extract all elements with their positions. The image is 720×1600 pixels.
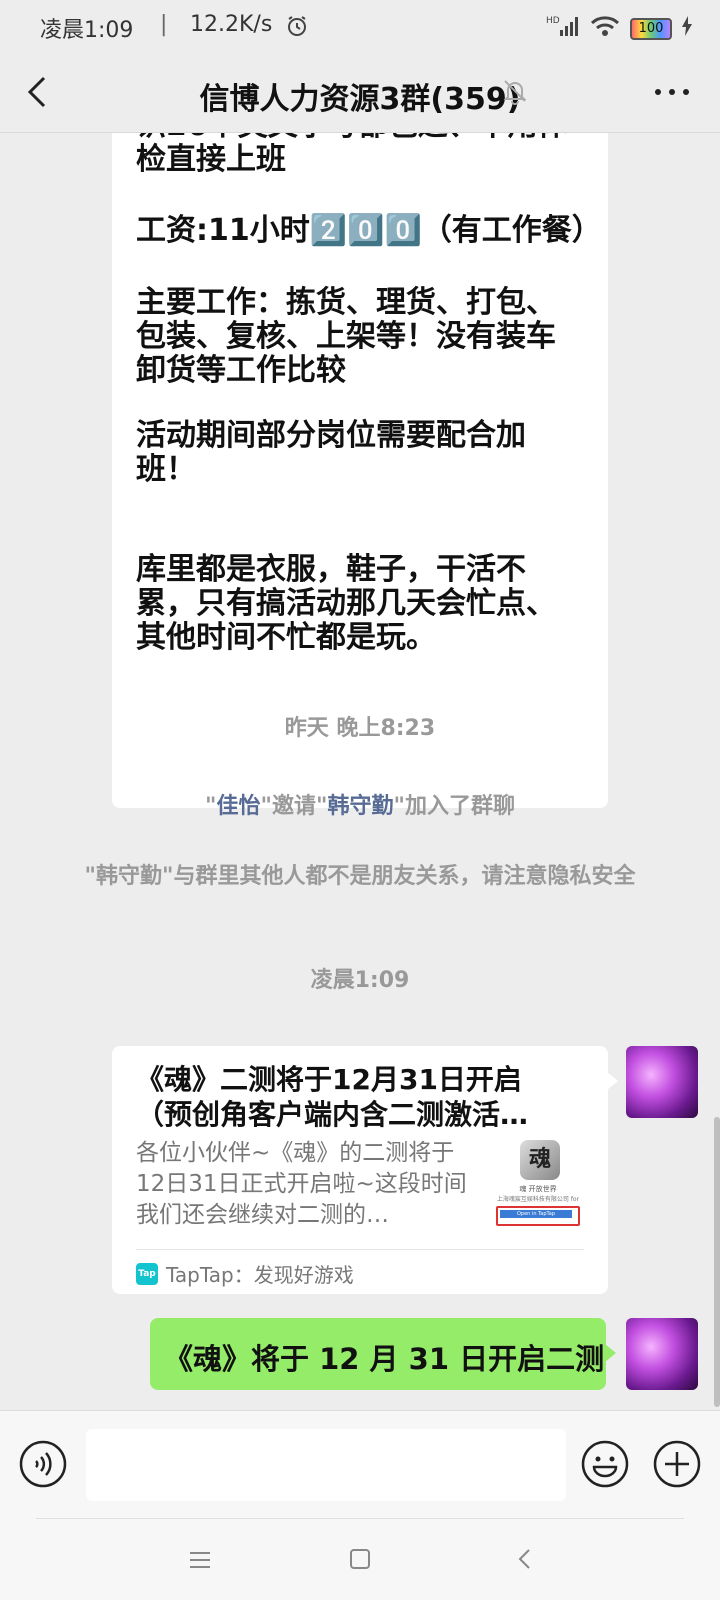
nav-menu-button[interactable] [186, 1548, 214, 1572]
thumb-button: Open in TapTap [496, 1206, 580, 1226]
divider [136, 1249, 584, 1250]
message-text: 《魂》将于 12 月 31 日开启二测 [164, 1342, 605, 1376]
charging-icon [682, 16, 692, 42]
invitee-name[interactable]: 韩守勤 [327, 794, 393, 819]
divider [36, 1518, 684, 1519]
alarm-icon [285, 14, 309, 44]
timestamp: 昨天 晚上8:23 [284, 716, 436, 741]
plus-icon [653, 1440, 701, 1488]
link-card-message[interactable]: 《魂》二测将于12月31日开启（预创角客户端内含二测激活… 各位小伙伴~《魂》的… [112, 1046, 618, 1294]
nav-back-button[interactable] [512, 1546, 538, 1572]
card-description: 各位小伙伴~《魂》的二测将于12日31日正式开启啦~这段时间我们还会继续对二测的… [136, 1140, 467, 1228]
quote: " [205, 794, 217, 819]
avatar[interactable] [626, 1318, 698, 1390]
message-paragraph: 活动期间部分岗位需要配合加班！ [136, 418, 526, 487]
system-invite-notice: "佳怡"邀请"韩守勤"加入了群聊 [40, 789, 680, 825]
system-nav-bar [0, 1518, 720, 1600]
battery-indicator: 100 [630, 18, 672, 40]
chat-messages[interactable]: 识26个英文字母都包进、不用体 检直接上班 工资:11小时2️⃣0️⃣0️⃣（有… [0, 133, 720, 1410]
invite-text: "加入了群聊 [393, 794, 515, 819]
chat-title: 信博人力资源3群(359) [199, 82, 521, 117]
voice-button[interactable] [18, 1439, 68, 1489]
message-paragraph: 工资:11小时2️⃣0️⃣0️⃣（有工作餐） [136, 213, 602, 248]
message-paragraph: 主要工作：拣货、理货、打包、包装、复核、上架等！没有装车卸货等工作比较 [136, 285, 556, 388]
message-paragraph: 库里都是衣服，鞋子，干活不累，只有搞活动那几天会忙点、其他时间不忙都是玩。 [136, 552, 556, 655]
card-thumbnail: 魂 魂 开放世界 上海魂宸互娱科技有限公司 for Open in TapTap [490, 1140, 586, 1232]
nav-home-button[interactable] [347, 1546, 373, 1572]
status-bar: 凌晨1:09 | 12.2K/s HD 100 [0, 0, 720, 56]
thumb-caption: 上海魂宸互娱科技有限公司 for [496, 1196, 580, 1203]
emoji-icon [581, 1440, 629, 1488]
wifi-icon [590, 14, 620, 44]
privacy-notice: "韩守勤"与群里其他人都不是朋友关系，请注意隐私安全 [84, 864, 636, 889]
text-message-long[interactable]: 识26个英文字母都包进、不用体 检直接上班 工资:11小时2️⃣0️⃣0️⃣（有… [112, 133, 608, 808]
voice-icon [19, 1440, 67, 1488]
nav-menu-icon [190, 1552, 210, 1568]
network-speed: 12.2K/s [190, 12, 273, 37]
status-separator: | [160, 12, 168, 37]
card-title: 《魂》二测将于12月31日开启（预创角客户端内含二测激活… [136, 1063, 529, 1131]
chat-header: 信博人力资源3群(359) [0, 56, 720, 133]
more-functions-button[interactable] [652, 1439, 702, 1489]
network-label: HD [546, 16, 560, 26]
emoji-button[interactable] [580, 1439, 630, 1489]
card-source: Tap TapTap：发现好游戏 [136, 1259, 354, 1288]
more-dots-icon [655, 89, 689, 95]
avatar[interactable] [626, 1046, 698, 1118]
more-button[interactable] [650, 80, 694, 104]
inviter-name[interactable]: 佳怡 [217, 794, 261, 819]
status-right: HD 100 [546, 14, 692, 44]
my-text-message[interactable]: 《魂》将于 12 月 31 日开启二测 [150, 1318, 616, 1390]
input-bar [0, 1410, 720, 1519]
timestamp: 凌晨1:09 [310, 968, 410, 993]
card-source-label: TapTap：发现好游戏 [166, 1263, 354, 1287]
scrollbar[interactable] [714, 1117, 720, 1407]
status-time: 凌晨1:09 [40, 18, 134, 43]
signal-icon: HD [546, 14, 580, 44]
mute-bell-icon [500, 76, 530, 106]
nav-home-icon [350, 1549, 370, 1569]
game-logo: 魂 [520, 1140, 560, 1180]
message-input[interactable] [86, 1429, 566, 1501]
message-paragraph: 检直接上班 [136, 142, 286, 177]
nav-back-icon [518, 1549, 530, 1569]
invite-text: "邀请" [260, 794, 328, 819]
taptap-icon: Tap [136, 1262, 158, 1285]
thumb-caption: 魂 开放世界 [519, 1185, 557, 1193]
